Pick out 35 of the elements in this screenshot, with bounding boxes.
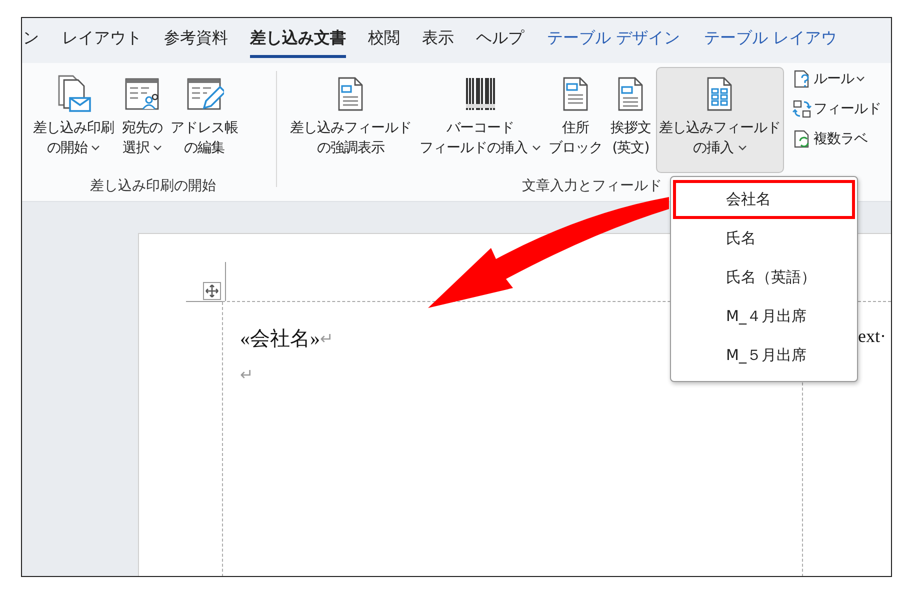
ribbon-tab[interactable]: ヘルプ [476, 24, 524, 58]
swap-fields-icon [792, 99, 812, 119]
ribbon-button[interactable]: フィールド [792, 97, 881, 121]
ribbon-button[interactable]: 差し込み印刷 の開始 [30, 67, 117, 173]
cell-text: ext· [858, 326, 886, 346]
field-text: «会社名» [240, 326, 320, 352]
ribbon-button[interactable]: 挨拶文 (英文) [608, 67, 654, 173]
ribbon-button[interactable]: 複数ラベ [792, 127, 881, 151]
menu-item[interactable]: M_４月出席 [673, 297, 855, 336]
ribbon-tab[interactable]: 差し込み文書 [250, 24, 346, 58]
ribbon-button[interactable]: ルール [792, 67, 881, 91]
ribbon-button[interactable]: 宛先の 選択 [119, 67, 166, 173]
ribbon-tab[interactable]: テーブル レイアウ [704, 24, 838, 58]
ribbon-button[interactable]: 住所 ブロック [546, 67, 606, 173]
document-refresh-icon [792, 129, 812, 149]
menu-item[interactable]: 氏名（英語） [673, 258, 855, 297]
ribbon-tab[interactable]: 表示 [422, 24, 454, 58]
ribbon-tab[interactable]: テーブル デザイン [547, 24, 680, 58]
ribbon-button[interactable]: アドレス帳 の編集 [168, 67, 241, 173]
move-handle-icon[interactable] [203, 282, 221, 300]
menu-item[interactable]: M_５月出席 [673, 336, 855, 375]
paragraph-mark: ↵ [240, 364, 254, 384]
group-label: 文章入力とフィールド [521, 177, 663, 195]
ribbon-tab[interactable]: レイアウト [62, 24, 142, 58]
menu-item[interactable]: 会社名 [673, 180, 855, 219]
ribbon-tab[interactable]: 参考資料 [164, 24, 228, 58]
paragraph-mark: ↵ [320, 328, 334, 348]
document-question-icon [792, 69, 812, 89]
ribbon-button[interactable]: 差し込みフィールド の挿入 [656, 67, 784, 173]
ribbon-button[interactable]: バーコード フィールドの挿入 [416, 67, 544, 173]
menu-item[interactable]: 氏名 [673, 219, 855, 258]
group-label: 差し込み印刷の開始 [89, 177, 217, 195]
ribbon-tab[interactable]: ン [23, 24, 39, 58]
ribbon-tab[interactable]: 校閲 [368, 24, 400, 58]
ribbon-button[interactable]: 差し込みフィールド の強調表示 [287, 67, 414, 173]
